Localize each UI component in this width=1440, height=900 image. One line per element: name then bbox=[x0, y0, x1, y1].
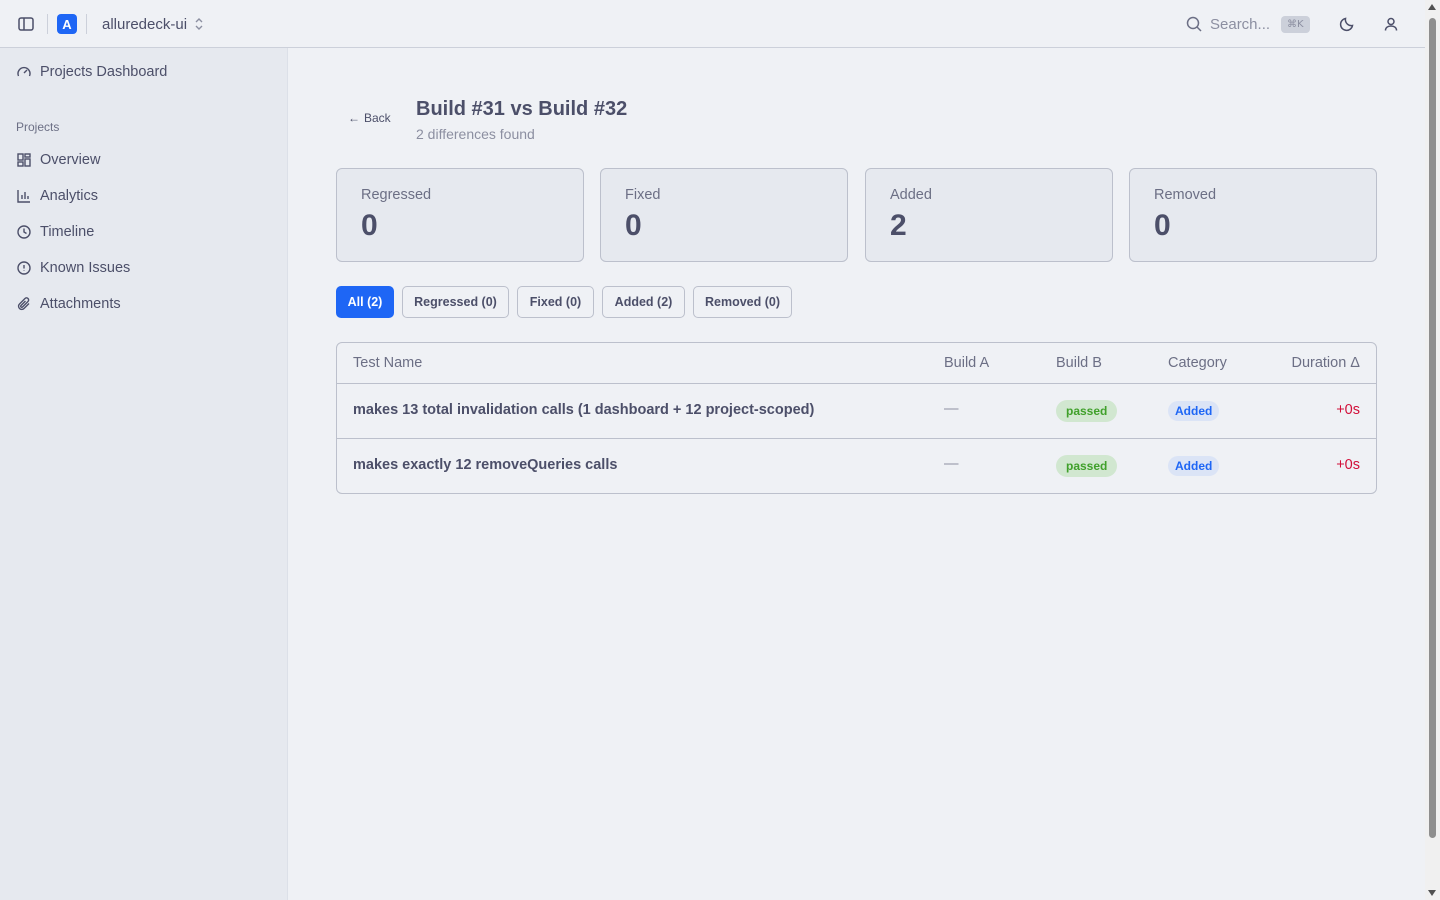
filter-fixed-button[interactable]: Fixed (0) bbox=[517, 286, 594, 318]
sidebar-item-known-issues[interactable]: Known Issues bbox=[16, 256, 130, 280]
filter-all-button[interactable]: All (2) bbox=[336, 286, 394, 318]
project-name: alluredeck-ui bbox=[102, 15, 188, 33]
build-a-status: — bbox=[944, 401, 959, 417]
sidebar-item-projects-dashboard[interactable]: Projects Dashboard bbox=[16, 60, 167, 84]
stat-value: 0 bbox=[1154, 209, 1171, 242]
bar-chart-icon bbox=[17, 190, 30, 203]
column-header-category[interactable]: Category bbox=[1168, 355, 1227, 371]
sidebar-item-label: Known Issues bbox=[40, 260, 131, 276]
status-badge-passed: passed bbox=[1056, 455, 1118, 477]
stat-label: Added bbox=[890, 187, 932, 203]
theme-toggle-button[interactable] bbox=[1337, 14, 1357, 34]
clock-icon bbox=[17, 225, 31, 239]
build-a-status: — bbox=[944, 456, 959, 472]
table-header: Test Name Build A Build B Category Durat… bbox=[337, 343, 1376, 384]
stat-value: 0 bbox=[625, 209, 642, 242]
sidebar-item-attachments[interactable]: Attachments bbox=[16, 292, 121, 316]
back-button[interactable]: ← Back bbox=[348, 111, 391, 125]
duration-delta: +0s bbox=[1336, 457, 1360, 473]
user-menu-button[interactable] bbox=[1381, 14, 1401, 34]
search-placeholder: Search... bbox=[1210, 15, 1271, 33]
divider bbox=[47, 14, 48, 34]
search-icon bbox=[1186, 16, 1202, 32]
gauge-icon bbox=[17, 66, 31, 77]
sidebar-toggle-icon[interactable] bbox=[17, 15, 35, 33]
stat-card-removed: Removed 0 bbox=[1129, 168, 1377, 262]
filter-added-button[interactable]: Added (2) bbox=[602, 286, 685, 318]
sidebar-item-analytics[interactable]: Analytics bbox=[16, 184, 98, 208]
category-badge: Added bbox=[1168, 401, 1220, 421]
chevron-up-down-icon bbox=[195, 18, 203, 30]
column-header-test-name[interactable]: Test Name bbox=[353, 355, 422, 371]
column-header-duration[interactable]: Duration Δ bbox=[1291, 355, 1360, 371]
column-header-build-a[interactable]: Build A bbox=[944, 355, 989, 371]
scroll-thumb[interactable] bbox=[1429, 18, 1436, 838]
search-button[interactable]: Search... ⌘K bbox=[1186, 12, 1310, 36]
scroll-up-arrow-icon[interactable] bbox=[1428, 4, 1436, 10]
back-label: Back bbox=[364, 111, 391, 125]
alert-circle-icon bbox=[17, 261, 31, 275]
top-bar: A alluredeck-ui Search... ⌘K bbox=[0, 0, 1425, 48]
arrow-left-icon: ← bbox=[348, 111, 360, 125]
vertical-scrollbar[interactable] bbox=[1425, 0, 1440, 900]
category-badge: Added bbox=[1168, 456, 1220, 476]
app-logo: A bbox=[57, 14, 77, 34]
stat-label: Removed bbox=[1154, 187, 1217, 203]
filter-regressed-button[interactable]: Regressed (0) bbox=[402, 286, 509, 318]
column-header-build-b[interactable]: Build B bbox=[1056, 355, 1102, 371]
scroll-down-arrow-icon[interactable] bbox=[1428, 890, 1436, 896]
sidebar-item-label: Analytics bbox=[40, 188, 99, 204]
search-shortcut: ⌘K bbox=[1281, 15, 1310, 33]
status-badge-passed: passed bbox=[1056, 400, 1118, 422]
stat-label: Regressed bbox=[361, 187, 432, 203]
stat-card-added: Added 2 bbox=[865, 168, 1113, 262]
stat-value: 0 bbox=[361, 209, 378, 242]
moon-icon bbox=[1339, 17, 1354, 32]
table-row[interactable]: makes 13 total invalidation calls (1 das… bbox=[337, 384, 1376, 439]
page-subtitle: 2 differences found bbox=[416, 126, 535, 142]
main-content: ← Back Build #31 vs Build #32 2 differen… bbox=[288, 48, 1425, 900]
table-row[interactable]: makes exactly 12 removeQueries calls — p… bbox=[337, 439, 1376, 493]
user-icon bbox=[1384, 17, 1398, 31]
grid-icon bbox=[17, 153, 31, 167]
stat-card-regressed: Regressed 0 bbox=[336, 168, 584, 262]
sidebar-item-overview[interactable]: Overview bbox=[16, 148, 100, 172]
test-name[interactable]: makes exactly 12 removeQueries calls bbox=[353, 457, 617, 473]
sidebar-item-label: Projects Dashboard bbox=[40, 64, 168, 80]
sidebar-item-label: Overview bbox=[40, 152, 101, 168]
stat-card-fixed: Fixed 0 bbox=[600, 168, 848, 262]
page-title: Build #31 vs Build #32 bbox=[416, 98, 628, 120]
sidebar-item-label: Attachments bbox=[40, 296, 121, 312]
stat-label: Fixed bbox=[625, 187, 661, 203]
filter-removed-button[interactable]: Removed (0) bbox=[693, 286, 792, 318]
sidebar-item-label: Timeline bbox=[40, 224, 95, 240]
divider bbox=[86, 14, 87, 34]
test-name[interactable]: makes 13 total invalidation calls (1 das… bbox=[353, 402, 814, 418]
diff-table: Test Name Build A Build B Category Durat… bbox=[336, 342, 1377, 494]
sidebar-section-label: Projects bbox=[16, 120, 60, 134]
sidebar-item-timeline[interactable]: Timeline bbox=[16, 220, 94, 244]
stat-value: 2 bbox=[890, 209, 907, 242]
sidebar: Projects Dashboard Projects Overview Ana… bbox=[0, 48, 288, 900]
duration-delta: +0s bbox=[1336, 402, 1360, 418]
paperclip-icon bbox=[17, 297, 30, 311]
project-switcher[interactable]: alluredeck-ui bbox=[102, 14, 205, 34]
